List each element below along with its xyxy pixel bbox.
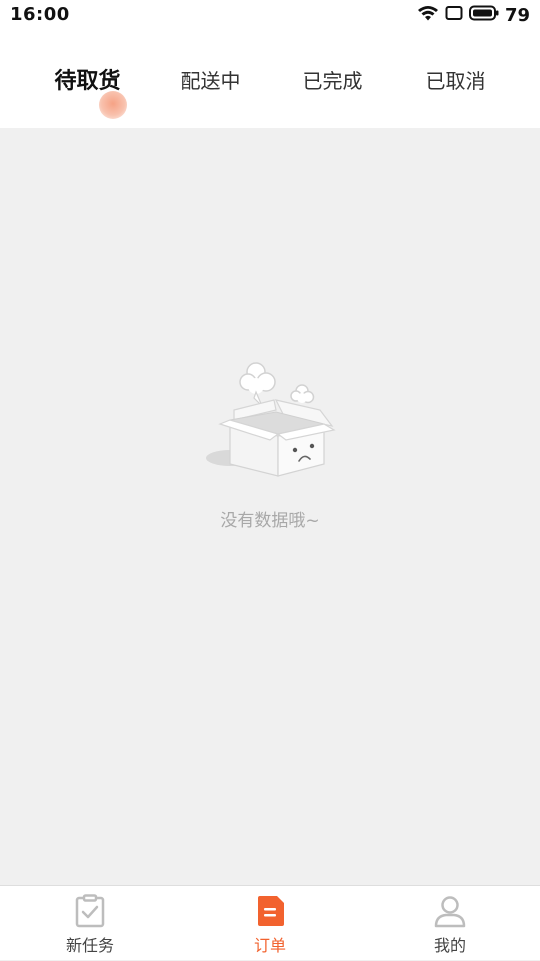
nav-label: 我的 [433, 936, 466, 955]
order-status-tabs: 待取货 配送中 已完成 已取消 [0, 30, 540, 128]
tab-label: 已取消 [425, 68, 486, 93]
nav-label: 订单 [253, 936, 286, 955]
tab-label: 配送中 [180, 68, 241, 93]
order-document-icon [253, 894, 287, 928]
bottom-navigation: 新任务 订单 我的 [0, 885, 540, 960]
nav-item-orders[interactable]: 订单 [180, 886, 360, 961]
order-list-empty: 没有数据哦~ [0, 128, 540, 885]
status-bar: 16:00 79 [0, 0, 540, 30]
wifi-icon [417, 4, 439, 26]
nav-item-new-task[interactable]: 新任务 [0, 886, 180, 961]
tab-delivering[interactable]: 配送中 [148, 30, 273, 128]
nav-item-profile[interactable]: 我的 [360, 886, 540, 961]
tab-label: 已完成 [302, 68, 363, 93]
status-icons: 79 [417, 4, 530, 26]
tab-pending-pickup[interactable]: 待取货 [25, 30, 150, 128]
battery-level: 79 [504, 4, 530, 26]
empty-box-icon [200, 358, 340, 478]
tab-cancelled[interactable]: 已取消 [393, 30, 518, 128]
tab-completed[interactable]: 已完成 [270, 30, 395, 128]
clipboard-check-icon [73, 894, 107, 928]
battery-icon [468, 5, 499, 25]
empty-message: 没有数据哦~ [220, 511, 320, 531]
active-tab-indicator [99, 91, 127, 119]
nav-label: 新任务 [65, 936, 114, 955]
screen-rotate-icon [445, 5, 463, 25]
user-profile-icon [433, 894, 467, 928]
status-time: 16:00 [10, 4, 70, 25]
tab-label: 待取货 [54, 69, 121, 94]
